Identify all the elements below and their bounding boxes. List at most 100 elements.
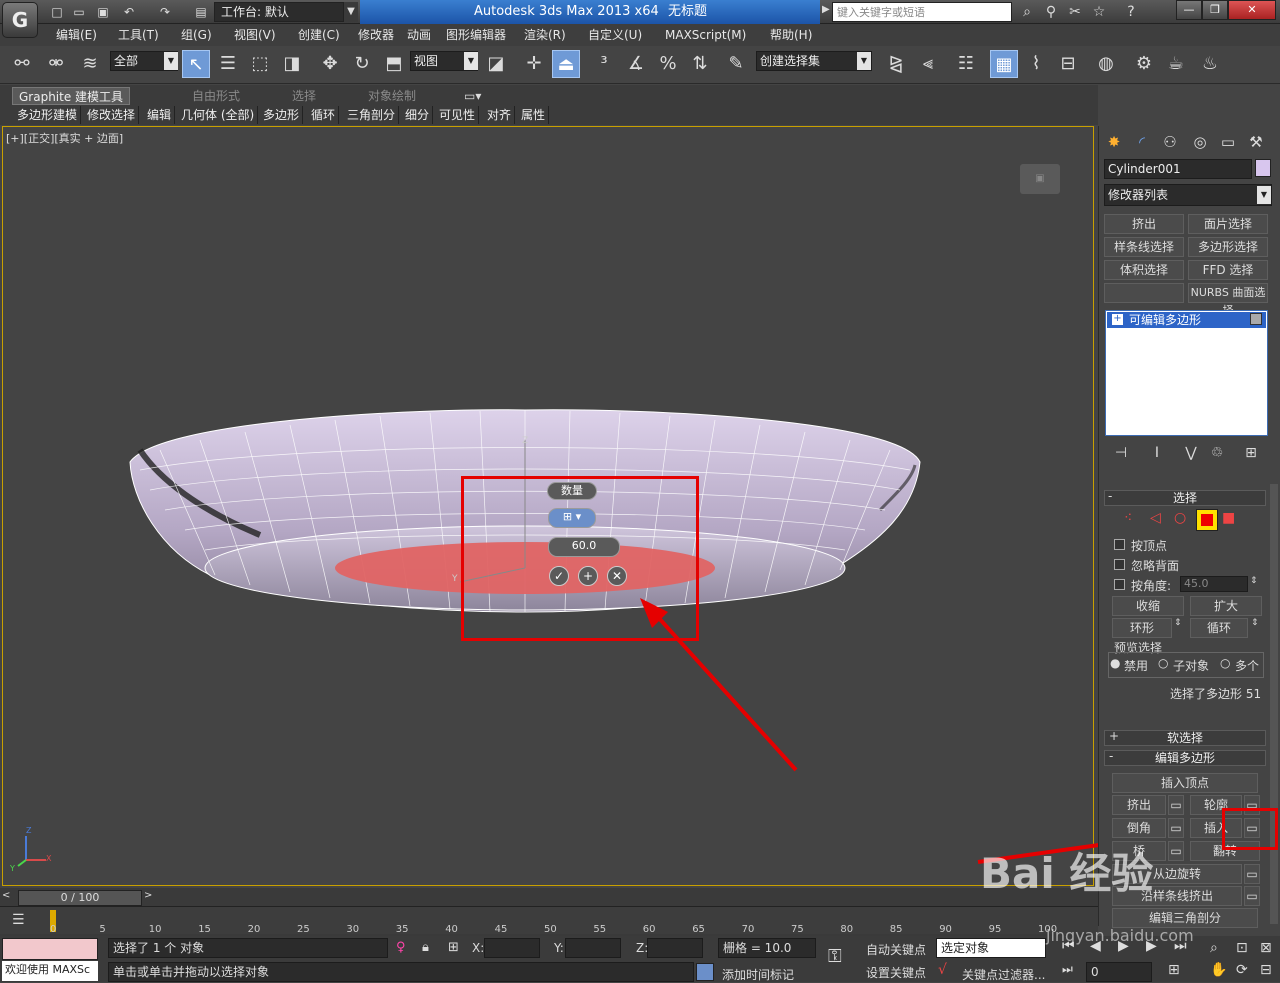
orbit-icon[interactable]: ⟳ [1236,962,1248,978]
radio-multi-icon[interactable]: ○ [1220,656,1230,670]
object-color-swatch[interactable] [1255,159,1271,177]
time-slider[interactable]: 0 / 100 [18,890,142,906]
spinner-arrows-icon[interactable]: ⇕ [1250,576,1258,586]
extrude-settings-icon[interactable]: ▭ [1168,795,1184,815]
motion-tab-icon[interactable]: ◎ [1188,130,1212,154]
modifier-vol-select-button[interactable]: 体积选择 [1104,260,1184,280]
key-mode-dropdown[interactable]: 选定对象 [936,938,1046,958]
edit-triangulation-button[interactable]: 编辑三角剖分 [1112,908,1258,928]
x-coord-field[interactable] [484,938,540,958]
tick-label: 45 [494,924,508,935]
selection-rollout-header[interactable]: 选择 [1104,490,1266,506]
pan-icon[interactable]: ✋ [1210,962,1227,978]
by-angle-checkbox[interactable] [1114,579,1125,590]
z-coord-field[interactable] [647,938,703,958]
current-frame-field[interactable]: 0 [1086,962,1152,982]
ring-spinner-icon[interactable]: ⇕ [1174,618,1182,628]
time-tag-icon[interactable] [696,963,714,981]
modifier-stack[interactable] [1105,310,1268,436]
isolate-icon[interactable]: ♀ [396,940,406,955]
time-config-icon[interactable]: ⊞ [1168,962,1180,978]
bridge-settings-icon[interactable]: ▭ [1168,841,1184,861]
toggle-modifier-icon[interactable] [1250,313,1262,325]
absolute-mode-icon[interactable]: ⊞ [448,940,459,955]
loop-spinner-icon[interactable]: ⇕ [1251,618,1259,628]
key-icon[interactable]: ⚿ [828,946,842,967]
view-axis-tripod [17,836,46,867]
tick-label: 95 [988,924,1002,935]
expand-plus-icon[interactable]: + [1112,314,1123,325]
create-tab-icon[interactable]: ✸ [1102,130,1126,154]
display-tab-icon[interactable]: ▭ [1216,130,1240,154]
tick-label: 75 [791,924,804,935]
modifier-poly-select-button[interactable]: 多边形选择 [1188,237,1268,257]
radio-disabled-icon[interactable]: ● [1110,656,1120,670]
configure-sets-icon[interactable]: ⊞ [1240,443,1262,463]
by-vertex-checkbox[interactable] [1114,539,1125,550]
shrink-button[interactable]: 收缩 [1112,596,1184,616]
bevel-settings-icon[interactable]: ▭ [1168,818,1184,838]
show-end-result-icon[interactable]: I [1146,443,1168,463]
insert-vertex-button[interactable]: 插入顶点 [1112,773,1258,793]
modifier-ffd-select-button[interactable]: FFD 选择 [1188,260,1268,280]
next-frame-arrow-icon[interactable]: > [144,890,152,901]
border-mode-icon[interactable]: ○ [1174,510,1186,526]
make-unique-icon[interactable]: ⋁ [1180,443,1202,463]
edge-mode-icon[interactable]: ◁ [1150,510,1161,526]
auto-key-button[interactable]: 自动关键点 [866,941,926,958]
key-filters-button[interactable]: 关键点过滤器... [962,966,1045,983]
app-menu-button[interactable]: G [2,2,38,38]
tick-label: 80 [840,924,854,935]
chevron-down-icon[interactable]: ▼ [1257,186,1271,204]
key-filter-curve-icon[interactable]: √ [938,962,947,978]
key-mode-toggle-icon[interactable]: ⏭ [1062,962,1073,977]
zoom-icon[interactable]: ⌕ [1210,940,1218,956]
element-mode-icon[interactable]: ■ [1222,510,1235,526]
prev-frame-arrow-icon[interactable]: < [2,890,10,901]
loop-button[interactable]: 循环 [1190,618,1248,638]
modifier-empty-button[interactable] [1104,283,1184,303]
maxscript-listener[interactable] [2,938,98,960]
zoom-extents-icon[interactable]: ⊠ [1260,940,1272,956]
stack-item-editable-poly[interactable]: 可编辑多边形 [1107,312,1266,328]
extrude-spline-settings-icon[interactable]: ▭ [1244,886,1260,906]
modifier-nurbs-select-button[interactable]: NURBS 曲面选择 [1188,283,1268,317]
bevel-button[interactable]: 倒角 [1112,818,1166,838]
modifier-extrude-button[interactable]: 挤出 [1104,214,1184,234]
ignore-backfacing-checkbox[interactable] [1114,559,1125,570]
grow-button[interactable]: 扩大 [1190,596,1262,616]
modify-tab-icon[interactable]: ◜ [1130,130,1154,154]
pin-stack-icon[interactable]: ⊣ [1110,443,1132,463]
expand-plus-icon[interactable]: + [1109,729,1119,743]
angle-spinner[interactable]: 45.0 [1180,576,1248,592]
hinge-settings-icon[interactable]: ▭ [1244,864,1260,884]
collapse-minus-icon[interactable]: - [1108,489,1112,503]
lock-icon[interactable]: 🔒︎ [422,940,429,955]
y-coord-field[interactable] [565,938,621,958]
panel-scrollbar[interactable] [1270,484,1278,924]
maximize-viewport-icon[interactable]: ⊟ [1260,962,1272,978]
modifier-spline-select-button[interactable]: 样条线选择 [1104,237,1184,257]
zoom-all-icon[interactable]: ⊡ [1236,940,1248,956]
utilities-tab-icon[interactable]: ⚒ [1244,130,1268,154]
radio-subobject-icon[interactable]: ○ [1158,656,1168,670]
soft-selection-rollout-header[interactable]: 软选择 [1104,730,1266,746]
maxscript-mini-listener[interactable]: 欢迎使用 MAXSc [2,961,98,981]
axis-y-label: Y [452,574,458,584]
extrude-button[interactable]: 挤出 [1112,795,1166,815]
set-key-button[interactable]: 设置关键点 [866,964,926,981]
ring-button[interactable]: 环形 [1112,618,1172,638]
vertex-mode-icon[interactable]: ⁖ [1124,510,1132,526]
object-name-field[interactable]: Cylinder001 [1104,159,1252,179]
remove-modifier-icon[interactable]: ♲ [1206,443,1228,463]
edit-polygons-rollout-header[interactable]: 编辑多边形 [1104,750,1266,766]
collapse-minus-icon[interactable]: - [1109,749,1113,763]
add-time-tag[interactable]: 添加时间标记 [722,966,794,983]
tick-label: 35 [395,924,409,935]
tick-label: 0 [50,924,57,935]
modifier-patch-select-button[interactable]: 面片选择 [1188,214,1268,234]
modifier-list-dropdown[interactable]: 修改器列表 [1104,184,1272,206]
mini-curve-editor-icon[interactable]: ☰ [12,912,25,928]
hierarchy-tab-icon[interactable]: ⚇ [1158,130,1182,154]
polygon-mode-icon[interactable] [1196,509,1218,531]
